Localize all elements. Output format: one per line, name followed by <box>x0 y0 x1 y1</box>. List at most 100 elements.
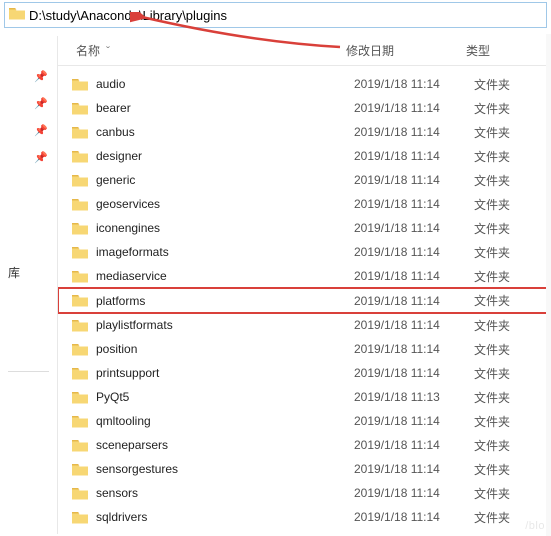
file-date: 2019/1/18 11:14 <box>354 462 474 476</box>
pin-icon[interactable]: 📌 <box>34 124 57 137</box>
sort-indicator: ˇ <box>106 44 110 58</box>
file-row[interactable]: PyQt52019/1/18 11:13文件夹 <box>58 385 551 409</box>
file-row[interactable]: generic2019/1/18 11:14文件夹 <box>58 168 551 192</box>
file-type: 文件夹 <box>474 341 534 358</box>
file-date: 2019/1/18 11:14 <box>354 221 474 235</box>
file-row[interactable]: sensors2019/1/18 11:14文件夹 <box>58 481 551 505</box>
column-header-date[interactable]: 修改日期 <box>346 42 466 59</box>
file-row[interactable]: qmltooling2019/1/18 11:14文件夹 <box>58 409 551 433</box>
folder-icon <box>72 343 88 356</box>
folder-icon <box>72 511 88 524</box>
file-type: 文件夹 <box>474 76 534 93</box>
file-type: 文件夹 <box>474 268 534 285</box>
file-type: 文件夹 <box>474 244 534 261</box>
folder-icon <box>72 294 88 307</box>
column-header-name[interactable]: 名称 ˇ <box>58 42 346 59</box>
file-name: sceneparsers <box>96 438 354 452</box>
file-date: 2019/1/18 11:14 <box>354 269 474 283</box>
file-row[interactable]: iconengines2019/1/18 11:14文件夹 <box>58 216 551 240</box>
pin-icon[interactable]: 📌 <box>34 70 57 83</box>
file-date: 2019/1/18 11:14 <box>354 245 474 259</box>
folder-icon <box>72 102 88 115</box>
content-area: 📌 📌 📌 📌 库 名称 ˇ 修改日期 类型 audio2019/1/18 11:… <box>0 36 551 534</box>
file-row[interactable]: playlistformats2019/1/18 11:14文件夹 <box>58 313 551 337</box>
file-name: bearer <box>96 101 354 115</box>
folder-icon <box>72 270 88 283</box>
file-date: 2019/1/18 11:14 <box>354 77 474 91</box>
pin-icon[interactable]: 📌 <box>34 97 57 110</box>
sidebar-divider <box>8 371 49 372</box>
file-date: 2019/1/18 11:14 <box>354 173 474 187</box>
file-type: 文件夹 <box>474 100 534 117</box>
folder-icon <box>72 150 88 163</box>
sidebar: 📌 📌 📌 📌 库 <box>0 36 58 534</box>
address-bar[interactable]: D:\study\Anaconda\Library\plugins <box>4 2 547 28</box>
file-date: 2019/1/18 11:14 <box>354 486 474 500</box>
file-name: sensorgestures <box>96 462 354 476</box>
file-date: 2019/1/18 11:14 <box>354 149 474 163</box>
file-name: printsupport <box>96 366 354 380</box>
file-area: 名称ˇ 修改日期 类型 audio2019/1/18 11:14文件夹beare… <box>58 36 551 534</box>
file-row[interactable]: mediaservice2019/1/18 11:14文件夹 <box>58 264 551 288</box>
folder-icon <box>72 222 88 235</box>
file-date: 2019/1/18 11:14 <box>354 125 474 139</box>
file-date: 2019/1/18 11:14 <box>354 438 474 452</box>
file-row[interactable]: printsupport2019/1/18 11:14文件夹 <box>58 361 551 385</box>
file-row[interactable]: canbus2019/1/18 11:14文件夹 <box>58 120 551 144</box>
file-name: playlistformats <box>96 318 354 332</box>
scrollbar[interactable] <box>546 34 551 536</box>
file-type: 文件夹 <box>474 124 534 141</box>
file-name: designer <box>96 149 354 163</box>
column-header-name-label: 名称 <box>76 44 100 58</box>
file-name: generic <box>96 173 354 187</box>
file-type: 文件夹 <box>474 461 534 478</box>
file-type: 文件夹 <box>474 292 534 309</box>
folder-icon <box>72 367 88 380</box>
file-row[interactable]: position2019/1/18 11:14文件夹 <box>58 337 551 361</box>
file-name: platforms <box>96 294 354 308</box>
folder-icon <box>72 487 88 500</box>
address-path[interactable]: D:\study\Anaconda\Library\plugins <box>29 8 546 23</box>
file-type: 文件夹 <box>474 148 534 165</box>
sidebar-library-label[interactable]: 库 <box>8 264 57 281</box>
file-date: 2019/1/18 11:14 <box>354 318 474 332</box>
file-name: sensors <box>96 486 354 500</box>
file-row[interactable]: sensorgestures2019/1/18 11:14文件夹 <box>58 457 551 481</box>
file-name: mediaservice <box>96 269 354 283</box>
file-name: sqldrivers <box>96 510 354 524</box>
folder-icon <box>72 463 88 476</box>
file-row[interactable]: bearer2019/1/18 11:14文件夹 <box>58 96 551 120</box>
file-name: imageformats <box>96 245 354 259</box>
file-type: 文件夹 <box>474 220 534 237</box>
file-type: 文件夹 <box>474 413 534 430</box>
file-row[interactable]: platforms2019/1/18 11:14文件夹 <box>58 288 551 313</box>
column-header-type[interactable]: 类型 <box>466 42 526 59</box>
file-row[interactable]: sceneparsers2019/1/18 11:14文件夹 <box>58 433 551 457</box>
file-name: position <box>96 342 354 356</box>
pin-icon[interactable]: 📌 <box>34 151 57 164</box>
file-row[interactable]: audio2019/1/18 11:14文件夹 <box>58 72 551 96</box>
folder-icon <box>72 198 88 211</box>
file-row[interactable]: imageformats2019/1/18 11:14文件夹 <box>58 240 551 264</box>
file-date: 2019/1/18 11:13 <box>354 390 474 404</box>
folder-icon <box>72 174 88 187</box>
file-date: 2019/1/18 11:14 <box>354 101 474 115</box>
file-row[interactable]: sqldrivers2019/1/18 11:14文件夹 <box>58 505 551 529</box>
file-date: 2019/1/18 11:14 <box>354 366 474 380</box>
file-date: 2019/1/18 11:14 <box>354 294 474 308</box>
file-type: 文件夹 <box>474 437 534 454</box>
file-type: 文件夹 <box>474 317 534 334</box>
folder-icon <box>72 246 88 259</box>
file-row[interactable]: designer2019/1/18 11:14文件夹 <box>58 144 551 168</box>
file-name: canbus <box>96 125 354 139</box>
folder-icon <box>72 126 88 139</box>
file-date: 2019/1/18 11:14 <box>354 197 474 211</box>
file-row[interactable]: geoservices2019/1/18 11:14文件夹 <box>58 192 551 216</box>
file-type: 文件夹 <box>474 365 534 382</box>
file-date: 2019/1/18 11:14 <box>354 414 474 428</box>
file-type: 文件夹 <box>474 485 534 502</box>
file-type: 文件夹 <box>474 389 534 406</box>
column-headers: 名称 ˇ 修改日期 类型 <box>58 36 551 66</box>
folder-icon <box>72 78 88 91</box>
file-type: 文件夹 <box>474 172 534 189</box>
